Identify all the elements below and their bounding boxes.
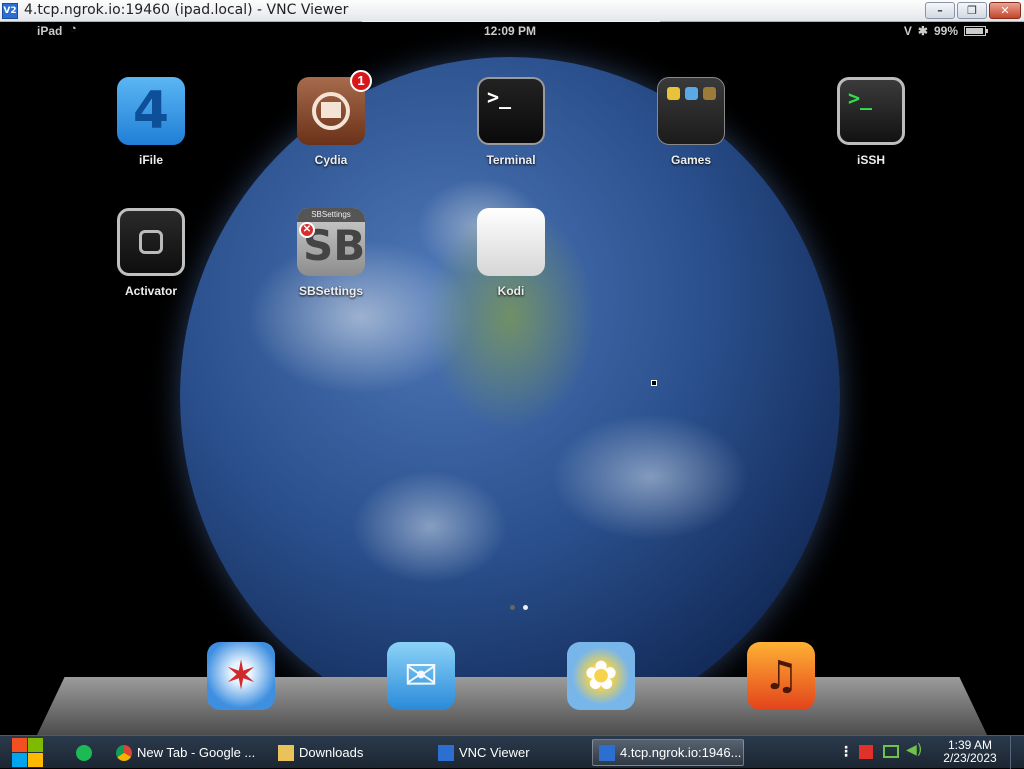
task-label: New Tab - Google ... xyxy=(137,745,256,760)
status-time: 12:09 PM xyxy=(484,24,537,38)
app-label: Terminal xyxy=(486,153,536,167)
dock-safari[interactable]: ✶ xyxy=(207,642,275,710)
spotify-icon xyxy=(76,744,92,761)
minimize-icon: – xyxy=(937,4,943,17)
show-desktop-button[interactable] xyxy=(1010,736,1024,769)
photos-icon: ✿ xyxy=(584,653,618,699)
app-label: Kodi xyxy=(497,284,525,298)
dock-photos[interactable]: ✿ xyxy=(567,642,635,710)
battery-percent: 99% xyxy=(933,24,958,38)
task-label: VNC Viewer xyxy=(459,745,530,760)
activator-icon xyxy=(117,208,185,276)
taskbar-item-downloads[interactable]: Downloads xyxy=(272,739,424,766)
app-sbsettings[interactable]: SBSettings SB ✕ SBSettings xyxy=(286,208,376,298)
taskbar-clock[interactable]: 1:39 AM 2/23/2023 xyxy=(938,739,1002,765)
restore-icon: ❐ xyxy=(967,4,977,17)
folder-icon xyxy=(278,744,294,761)
ipad-status-bar: iPad ◔ 12:09 PM V ✱ 99% xyxy=(0,22,1024,40)
app-label: iFile xyxy=(138,153,163,167)
app-games-folder[interactable]: Games xyxy=(646,77,736,167)
taskbar-item-vnc-session[interactable]: 4.tcp.ngrok.io:1946... xyxy=(592,739,744,766)
app-activator[interactable]: Activator xyxy=(106,208,196,298)
overflow-icon[interactable]: ⋮ xyxy=(839,744,853,760)
app-label: SBSettings xyxy=(298,284,363,298)
windows-logo-icon xyxy=(12,738,27,752)
vnc-icon xyxy=(599,744,615,761)
music-icon: ♫ xyxy=(763,653,799,699)
device-name: iPad xyxy=(37,24,63,38)
dock-shelf xyxy=(36,677,988,735)
delete-badge-icon[interactable]: ✕ xyxy=(299,222,315,238)
window-title: 4.tcp.ngrok.io:19460 (ipad.local) - VNC … xyxy=(24,2,349,18)
sbsettings-banner: SBSettings xyxy=(297,208,365,222)
games-folder-icon xyxy=(657,77,725,145)
kodi-icon xyxy=(477,208,545,276)
minimize-button[interactable]: – xyxy=(925,2,955,19)
task-label: Downloads xyxy=(299,745,364,760)
app-ifile[interactable]: 4 iFile xyxy=(106,77,196,167)
app-label: Cydia xyxy=(314,153,348,167)
network-icon[interactable] xyxy=(883,745,899,758)
app-label: iSSH xyxy=(856,153,885,167)
mail-icon: ✉ xyxy=(404,653,438,699)
app-terminal[interactable]: >_ Terminal xyxy=(466,77,556,167)
taskbar-item-vnc-viewer[interactable]: VNC Viewer xyxy=(432,739,586,766)
taskbar-item-chrome[interactable]: New Tab - Google ... xyxy=(110,739,264,766)
dock-music[interactable]: ♫ xyxy=(747,642,815,710)
vnc-cursor-marker xyxy=(651,380,657,386)
ifile-icon: 4 xyxy=(117,77,185,145)
clock-date: 2/23/2023 xyxy=(943,751,997,765)
terminal-icon: >_ xyxy=(477,77,545,145)
pinned-app[interactable] xyxy=(70,739,96,766)
app-issh[interactable]: >_ iSSH xyxy=(826,77,916,167)
vnc-icon xyxy=(438,744,454,761)
page-dot[interactable] xyxy=(510,605,515,610)
app-label: Activator xyxy=(124,284,177,298)
vpn-icon: V xyxy=(903,24,912,38)
vnc-window-titlebar[interactable]: V2 4.tcp.ngrok.io:19460 (ipad.local) - V… xyxy=(0,0,1024,22)
page-dot-current[interactable] xyxy=(523,605,528,610)
chrome-icon xyxy=(116,744,132,761)
windows-taskbar: New Tab - Google ... Downloads VNC Viewe… xyxy=(0,735,1024,769)
bluetooth-icon: ✱ xyxy=(917,24,928,38)
volume-icon[interactable]: ◀) xyxy=(906,742,922,758)
close-button[interactable]: ✕ xyxy=(989,2,1021,19)
system-tray: ⋮ ◀) xyxy=(835,736,935,769)
maximize-button[interactable]: ❐ xyxy=(957,2,987,19)
task-label: 4.tcp.ngrok.io:1946... xyxy=(620,745,742,760)
wifi-icon: ◔ xyxy=(70,23,77,35)
cydia-badge: 1 xyxy=(350,70,372,92)
close-icon: ✕ xyxy=(1000,4,1010,17)
dock-mail[interactable]: ✉ xyxy=(387,642,455,710)
app-kodi[interactable]: Kodi xyxy=(466,208,556,298)
safari-icon: ✶ xyxy=(224,653,258,699)
vnc-app-icon[interactable]: V2 xyxy=(2,3,18,19)
sbsettings-icon: SBSettings SB ✕ xyxy=(297,208,365,276)
battery-icon xyxy=(964,26,988,36)
issh-icon: >_ xyxy=(837,77,905,145)
page-indicator[interactable] xyxy=(510,605,528,610)
ipad-screen[interactable]: iPad ◔ 12:09 PM V ✱ 99% 4 iFile Cydia 1 … xyxy=(0,22,1024,735)
action-center-flag-icon[interactable] xyxy=(859,745,873,759)
start-button[interactable] xyxy=(8,737,44,768)
app-label: Games xyxy=(670,153,712,167)
